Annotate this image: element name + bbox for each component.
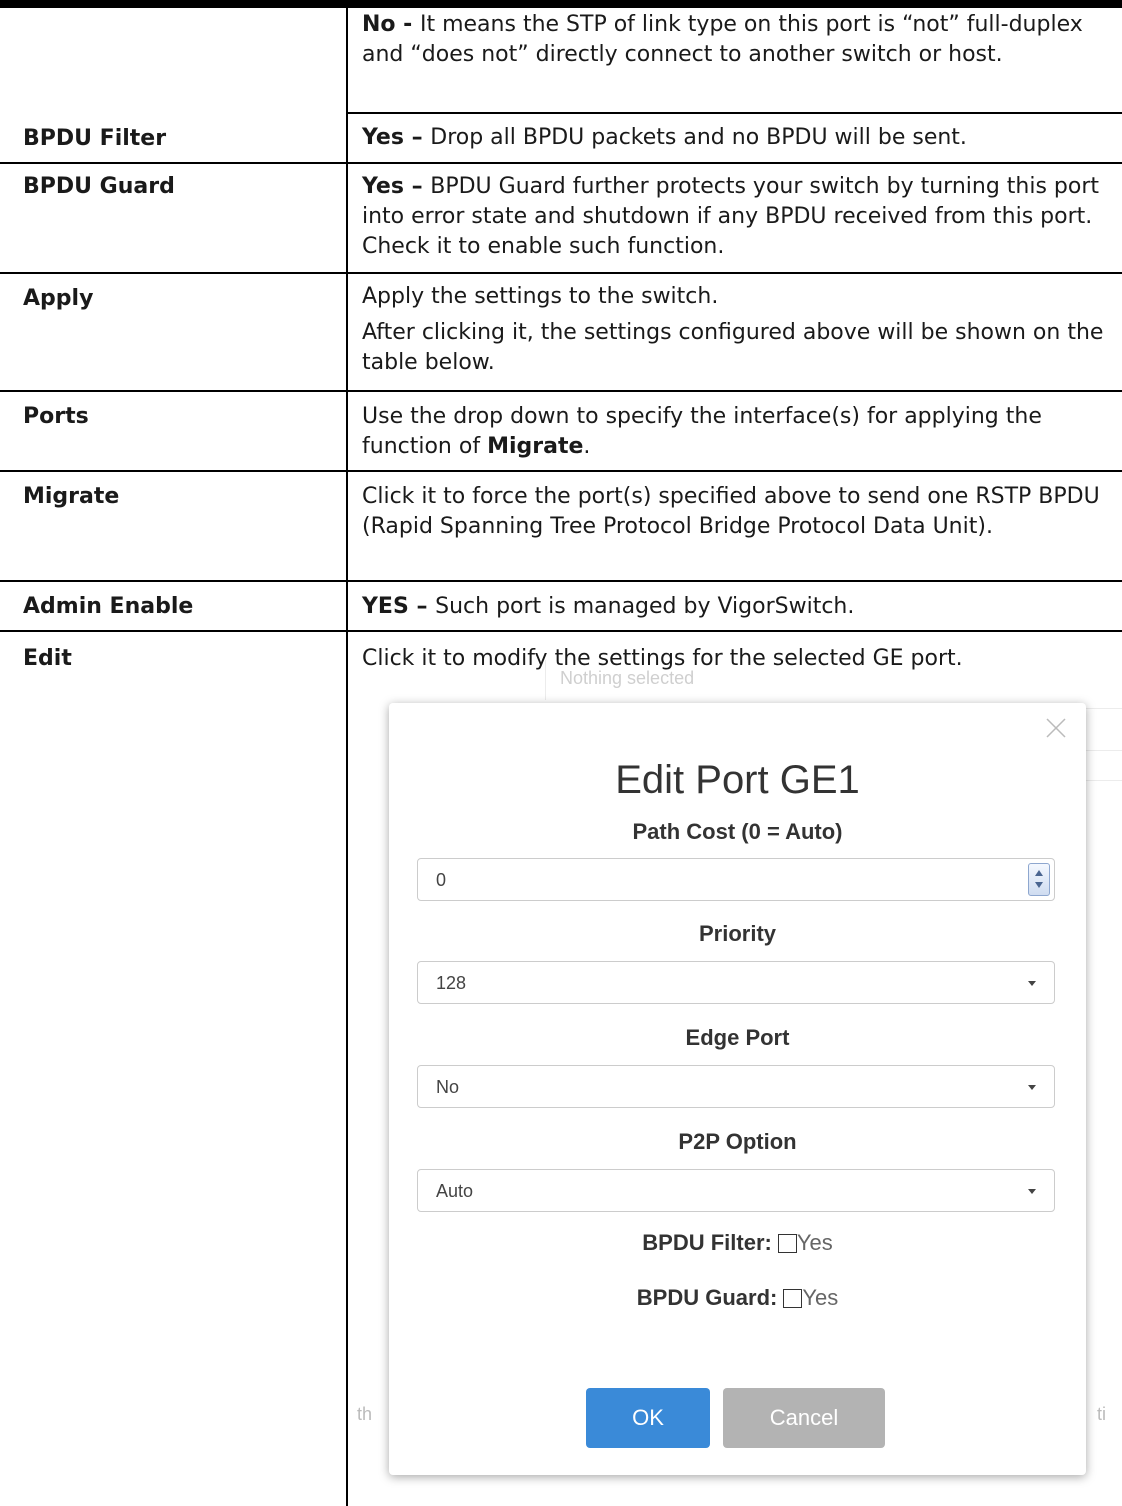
- option-text: Click it to force the port(s) specified …: [362, 484, 1100, 539]
- row-label: Ports: [23, 404, 89, 429]
- priority-label: Priority: [698, 921, 777, 946]
- bpdu-guard-option: Yes: [802, 1285, 839, 1310]
- p2p-option-label: P2P Option: [678, 1129, 797, 1154]
- table-row: No - It means the STP of link type on th…: [0, 8, 1122, 114]
- edge-port-label: Edge Port: [685, 1025, 790, 1050]
- chevron-down-icon: [1028, 1085, 1036, 1090]
- modal-title: Edit Port GE1: [615, 758, 860, 802]
- bpdu-guard-label: BPDU Guard:: [636, 1285, 778, 1310]
- row-description: Use the drop down to specify the interfa…: [362, 402, 1107, 462]
- option-text: It means the STP of link type on this po…: [362, 12, 1083, 67]
- top-rule: [0, 0, 1122, 8]
- option-text: Drop all BPDU packets and no BPDU will b…: [430, 125, 967, 150]
- description-paragraph: Apply the settings to the switch.: [362, 284, 719, 309]
- table-row: Apply Apply the settings to the switch. …: [0, 274, 1122, 392]
- row-description: Apply the settings to the switch. After …: [362, 282, 1107, 378]
- row-description: YES – Such port is managed by VigorSwitc…: [362, 592, 1107, 622]
- path-cost-input[interactable]: 0: [417, 858, 1055, 901]
- row-description: Yes – Drop all BPDU packets and no BPDU …: [362, 123, 1107, 153]
- row-label: Migrate: [23, 484, 120, 509]
- background-column-fragment: ti: [1097, 1404, 1106, 1424]
- background-rule: [1085, 708, 1122, 709]
- option-keyword: Yes –: [362, 174, 431, 199]
- row-label: Edit: [23, 646, 72, 671]
- edit-port-screenshot: Nothing selected th ti Edit Port GE1 Pat…: [355, 660, 1122, 1490]
- background-rule: [1085, 750, 1122, 751]
- option-keyword: Yes –: [362, 125, 431, 150]
- table-row: Migrate Click it to force the port(s) sp…: [0, 472, 1122, 582]
- background-column-fragment: th: [357, 1404, 373, 1424]
- option-keyword: Migrate: [487, 434, 584, 459]
- option-keyword: YES –: [362, 594, 436, 619]
- path-cost-label: Path Cost (0 = Auto): [632, 819, 843, 844]
- close-icon[interactable]: [1045, 717, 1067, 739]
- priority-select[interactable]: 128: [417, 961, 1055, 1004]
- bpdu-filter-label: BPDU Filter:: [642, 1230, 772, 1255]
- table-row: Ports Use the drop down to specify the i…: [0, 392, 1122, 472]
- row-label: Admin Enable: [23, 594, 194, 619]
- bpdu-filter-option: Yes: [796, 1230, 833, 1255]
- option-text: .: [583, 434, 591, 459]
- stepper-icon[interactable]: [1028, 863, 1050, 896]
- bpdu-filter-row: BPDU Filter: Yes: [389, 1230, 1086, 1256]
- chevron-down-icon: [1028, 981, 1036, 986]
- p2p-option-value: Auto: [436, 1181, 474, 1201]
- option-text: Such port is managed by VigorSwitch.: [435, 594, 855, 619]
- table-row: BPDU Guard Yes – BPDU Guard further prot…: [0, 164, 1122, 274]
- edge-port-value: No: [436, 1077, 460, 1097]
- row-description: Yes – BPDU Guard further protects your s…: [362, 172, 1107, 262]
- background-rule: [545, 660, 546, 700]
- option-text: BPDU Guard further protects your switch …: [362, 174, 1100, 259]
- background-dropdown-text: Nothing selected: [560, 668, 695, 688]
- cancel-button[interactable]: Cancel: [723, 1388, 885, 1448]
- priority-value: 128: [436, 973, 467, 993]
- ok-button[interactable]: OK: [586, 1388, 710, 1448]
- p2p-option-select[interactable]: Auto: [417, 1169, 1055, 1212]
- background-rule: [1085, 780, 1122, 781]
- row-label: Apply: [23, 286, 94, 311]
- option-text: Use the drop down to specify the interfa…: [362, 404, 1042, 459]
- row-description: Click it to force the port(s) specified …: [362, 482, 1107, 542]
- bpdu-guard-checkbox[interactable]: [783, 1289, 803, 1308]
- edge-port-select[interactable]: No: [417, 1065, 1055, 1108]
- chevron-down-icon: [1028, 1189, 1036, 1194]
- path-cost-value: 0: [436, 870, 447, 890]
- bpdu-filter-checkbox[interactable]: [777, 1234, 797, 1253]
- row-label: BPDU Guard: [23, 174, 175, 199]
- row-label: BPDU Filter: [23, 126, 167, 151]
- bpdu-guard-row: BPDU Guard: Yes: [389, 1285, 1086, 1311]
- description-paragraph: After clicking it, the settings configur…: [362, 320, 1104, 375]
- table-row: BPDU Filter Yes – Drop all BPDU packets …: [0, 114, 1122, 164]
- table-row: Admin Enable YES – Such port is managed …: [0, 582, 1122, 632]
- option-keyword: No -: [362, 12, 420, 37]
- edit-port-modal: Edit Port GE1 Path Cost (0 = Auto) 0 Pri…: [389, 703, 1086, 1475]
- row-description: No - It means the STP of link type on th…: [362, 10, 1107, 70]
